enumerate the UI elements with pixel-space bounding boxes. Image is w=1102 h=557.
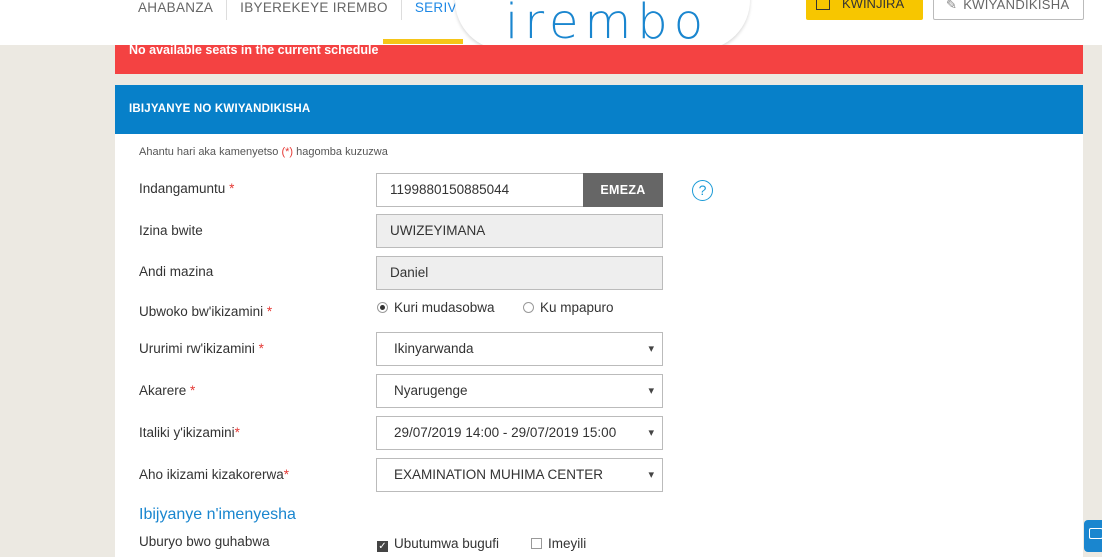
language-value: Ikinyarwanda: [394, 341, 474, 356]
required-mark: *: [229, 181, 235, 196]
exam-type-label-text: Ubwoko bw'ikizamini: [139, 304, 264, 319]
note-mark: (*): [281, 146, 294, 158]
note-text-2: hagomba kuzuzwa: [293, 146, 388, 158]
notifications-title: Ibijyanye n'imenyesha: [139, 506, 296, 523]
irembo-logo: irembo: [505, 0, 710, 50]
surname-field: UWIZEYIMANA: [376, 214, 663, 248]
login-label: KWINJIRA: [842, 0, 905, 11]
checkbox-checked-icon: ✓: [377, 541, 388, 552]
exam-type-label: Ubwoko bw'ikizamini *: [139, 304, 272, 319]
chat-icon: [1089, 528, 1102, 539]
confirm-button[interactable]: EMEZA: [583, 173, 663, 207]
radio-unselected-icon: [523, 302, 534, 313]
exam-center-label-text: Aho ikizami kizakorerwa: [139, 467, 284, 482]
email-checkbox[interactable]: Imeyili: [531, 536, 586, 551]
exam-center-label: Aho ikizami kizakorerwa*: [139, 467, 289, 482]
login-button[interactable]: KWINJIRA: [806, 0, 923, 20]
radio-selected-icon: [377, 302, 388, 313]
nav-active-indicator: [383, 39, 463, 44]
sms-label: Ubutumwa bugufi: [394, 536, 500, 551]
radio-paper-label: Ku mpapuro: [540, 300, 614, 315]
signup-button[interactable]: ✎ KWIYANDIKISHA: [933, 0, 1084, 20]
edit-icon: ✎: [946, 0, 958, 12]
language-label-text: Ururimi rw'ikizamini: [139, 341, 255, 356]
exam-date-label: Italiki y'ikizamini*: [139, 425, 240, 440]
radio-paper[interactable]: Ku mpapuro: [523, 300, 614, 315]
district-value: Nyarugenge: [394, 383, 468, 398]
panel-title: IBIJYANYE NO KWIYANDIKISHA: [115, 85, 1083, 134]
required-mark: *: [266, 304, 273, 319]
district-select[interactable]: Nyarugenge: [376, 374, 663, 408]
surname-label: Izina bwite: [139, 223, 203, 238]
id-label: Indangamuntu *: [139, 181, 234, 196]
nav-home[interactable]: AHABANZA: [125, 0, 226, 20]
required-mark: *: [234, 425, 240, 440]
exam-center-value: EXAMINATION MUHIMA CENTER: [394, 467, 604, 482]
exam-date-select[interactable]: 29/07/2019 14:00 - 29/07/2019 15:00: [376, 416, 663, 450]
exam-date-value: 29/07/2019 14:00 - 29/07/2019 15:00: [394, 425, 617, 440]
sms-checkbox[interactable]: ✓ Ubutumwa bugufi: [377, 536, 499, 552]
id-label-text: Indangamuntu: [139, 181, 226, 196]
notification-method-label: Uburyo bwo guhabwa: [139, 534, 270, 549]
district-label: Akarere *: [139, 383, 195, 398]
logo-container[interactable]: irembo: [455, 0, 750, 50]
required-note: Ahantu hari aka kamenyetso (*) hagomba k…: [139, 146, 388, 158]
other-names-label: Andi mazina: [139, 264, 214, 279]
required-mark: *: [190, 383, 196, 398]
error-alert: No available seats in the current schedu…: [115, 44, 1083, 74]
note-text-1: Ahantu hari aka kamenyetso: [139, 146, 282, 158]
nav-about[interactable]: IBYEREKEYE IREMBO: [226, 0, 401, 20]
login-icon: [816, 0, 830, 10]
required-mark: *: [283, 467, 290, 482]
signup-label: KWIYANDIKISHA: [963, 0, 1070, 12]
exam-center-select[interactable]: EXAMINATION MUHIMA CENTER: [376, 458, 663, 492]
required-mark: *: [258, 341, 264, 356]
checkbox-unchecked-icon: [531, 538, 542, 549]
radio-computer[interactable]: Kuri mudasobwa: [377, 300, 495, 315]
other-names-field: Daniel: [376, 256, 663, 290]
language-select[interactable]: Ikinyarwanda: [376, 332, 663, 366]
language-label: Ururimi rw'ikizamini *: [139, 341, 264, 356]
question-icon[interactable]: ?: [692, 180, 713, 201]
id-input[interactable]: 1199880150885044: [376, 173, 584, 207]
exam-date-label-text: Italiki y'ikizamini: [139, 425, 235, 440]
radio-computer-label: Kuri mudasobwa: [394, 300, 495, 315]
email-label: Imeyili: [548, 536, 587, 551]
district-label-text: Akarere: [139, 383, 187, 398]
